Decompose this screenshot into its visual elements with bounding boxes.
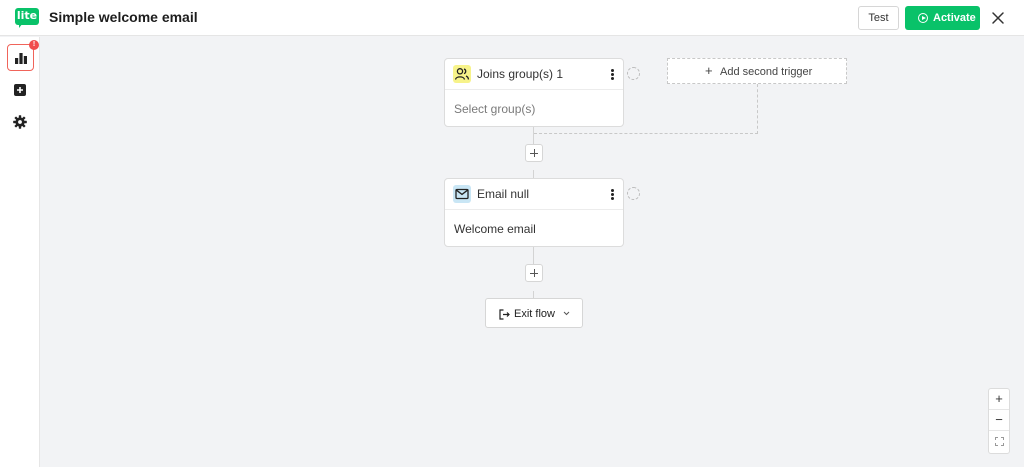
plus-icon: + [705,63,713,78]
exit-icon [499,309,510,320]
email-node-header: Email null [445,179,623,210]
flow-canvas[interactable]: Joins group(s) 1 Select group(s) + Add s… [41,37,1024,467]
more-options-icon[interactable] [611,69,615,81]
second-trigger-connector [757,84,758,134]
sidebar: ! [0,37,40,467]
add-step-button[interactable] [525,144,543,162]
plus-square-icon [14,84,26,96]
gear-icon [13,115,27,129]
activate-label: Activate [933,12,976,24]
email-node-title: Email null [477,187,530,201]
sidebar-item-add[interactable] [7,77,34,104]
loading-spinner-icon [627,67,640,80]
trigger-node-body[interactable]: Select group(s) [454,102,535,116]
play-circle-icon [918,13,928,23]
email-node[interactable]: Email null Welcome email [444,178,624,247]
test-button[interactable]: Test [858,6,899,30]
bar-chart-icon [15,53,27,64]
trigger-node-header: Joins group(s) 1 [445,59,623,90]
activate-button[interactable]: Activate [905,6,980,30]
fit-view-button[interactable] [989,431,1009,452]
second-trigger-connector [534,133,758,134]
sidebar-item-settings[interactable] [7,109,34,136]
fit-screen-icon [994,437,1004,446]
exit-flow-label: Exit flow [514,308,555,320]
close-icon[interactable] [990,10,1006,26]
chevron-down-icon [563,311,570,316]
email-node-body[interactable]: Welcome email [454,222,536,236]
add-second-trigger-label: Add second trigger [720,66,813,78]
zoom-controls: + − [988,388,1010,454]
add-second-trigger-button[interactable]: + Add second trigger [667,58,847,84]
trigger-node[interactable]: Joins group(s) 1 Select group(s) [444,58,624,127]
top-bar: lite Simple welcome email Test Activate [0,0,1024,36]
users-icon [453,65,471,83]
connector-line [533,170,534,178]
trigger-node-title: Joins group(s) 1 [477,67,564,81]
loading-spinner-icon [627,187,640,200]
zoom-in-button[interactable]: + [989,389,1009,410]
exit-flow-button[interactable]: Exit flow [485,298,583,328]
notification-badge: ! [29,40,39,50]
logo: lite [15,8,39,28]
more-options-icon[interactable] [611,189,615,201]
page-title: Simple welcome email [49,9,198,25]
zoom-out-button[interactable]: − [989,410,1009,431]
envelope-icon [453,185,471,203]
add-step-button[interactable] [525,264,543,282]
